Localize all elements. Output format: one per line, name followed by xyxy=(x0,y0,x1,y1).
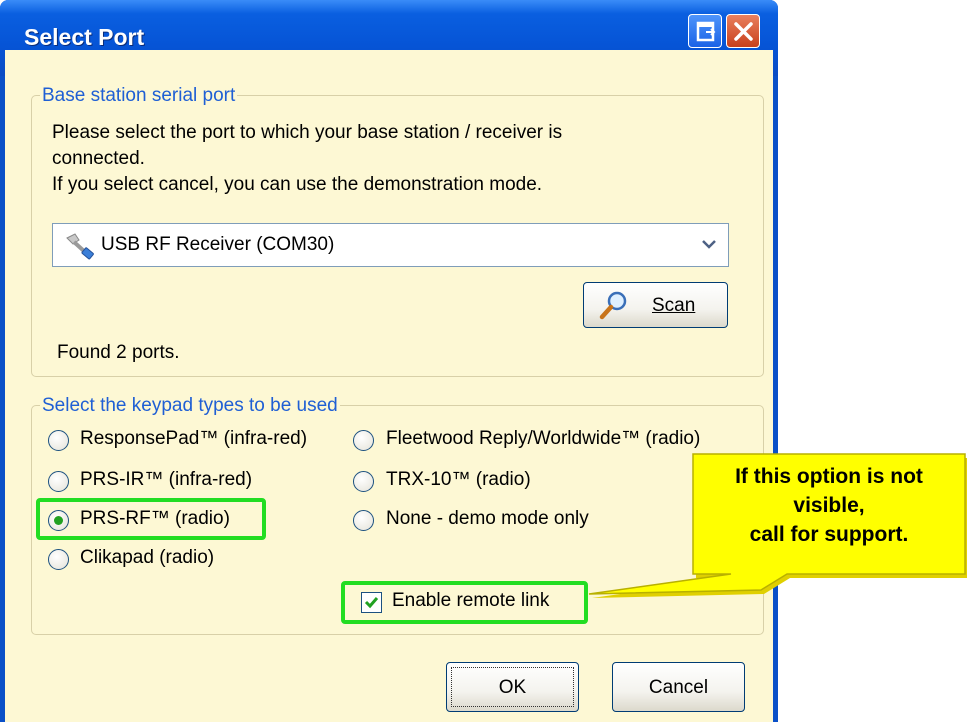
chevron-down-icon[interactable] xyxy=(700,238,718,252)
radio-label: Fleetwood Reply/Worldwide™ (radio) xyxy=(386,428,701,449)
ok-button[interactable]: OK xyxy=(446,662,579,712)
usb-plug-icon xyxy=(66,233,94,260)
scan-label: Scan xyxy=(652,295,696,316)
radio-button[interactable] xyxy=(48,549,69,570)
cancel-label: Cancel xyxy=(648,677,709,698)
restore-window-button[interactable] xyxy=(688,14,722,48)
radio-button[interactable] xyxy=(48,471,69,492)
window-title: Select Port xyxy=(24,24,145,50)
callout-line-3: call for support. xyxy=(749,523,909,546)
cancel-button[interactable]: Cancel xyxy=(612,662,745,712)
scan-button[interactable]: Scan xyxy=(583,282,728,328)
radio-label: None - demo mode only xyxy=(386,508,589,529)
radio-label: ResponsePad™ (infra-red) xyxy=(80,428,308,449)
callout-text: If this option is not visible, call for … xyxy=(691,462,967,549)
instruction-line-3: If you select cancel, you can use the de… xyxy=(52,174,543,195)
radio-button[interactable] xyxy=(353,430,374,451)
magnifier-icon xyxy=(599,291,627,320)
ok-label: OK xyxy=(498,677,527,698)
close-button[interactable] xyxy=(726,14,760,48)
callout-line-1: If this option is not xyxy=(735,465,923,488)
radio-label: TRX-10™ (radio) xyxy=(386,469,531,490)
radio-button[interactable] xyxy=(48,430,69,451)
radio-button[interactable] xyxy=(353,510,374,531)
radio-label: PRS-IR™ (infra-red) xyxy=(80,469,253,490)
highlight-remote-link xyxy=(341,581,588,624)
port-select[interactable]: USB RF Receiver (COM30) xyxy=(52,223,729,267)
keypad-types-legend: Select the keypad types to be used xyxy=(40,395,340,417)
base-station-legend: Base station serial port xyxy=(40,85,238,107)
restore-window-icon xyxy=(696,21,716,42)
port-status: Found 2 ports. xyxy=(57,342,180,363)
radio-label: Clikapad (radio) xyxy=(80,547,215,568)
instruction-line-1: Please select the port to which your bas… xyxy=(52,122,563,143)
selected-port-value: USB RF Receiver (COM30) xyxy=(101,234,335,255)
callout-line-2: visible, xyxy=(793,494,865,517)
highlight-prs-rf xyxy=(36,498,266,540)
instruction-line-2: connected. xyxy=(52,148,145,169)
close-icon xyxy=(734,22,753,41)
radio-button[interactable] xyxy=(353,471,374,492)
